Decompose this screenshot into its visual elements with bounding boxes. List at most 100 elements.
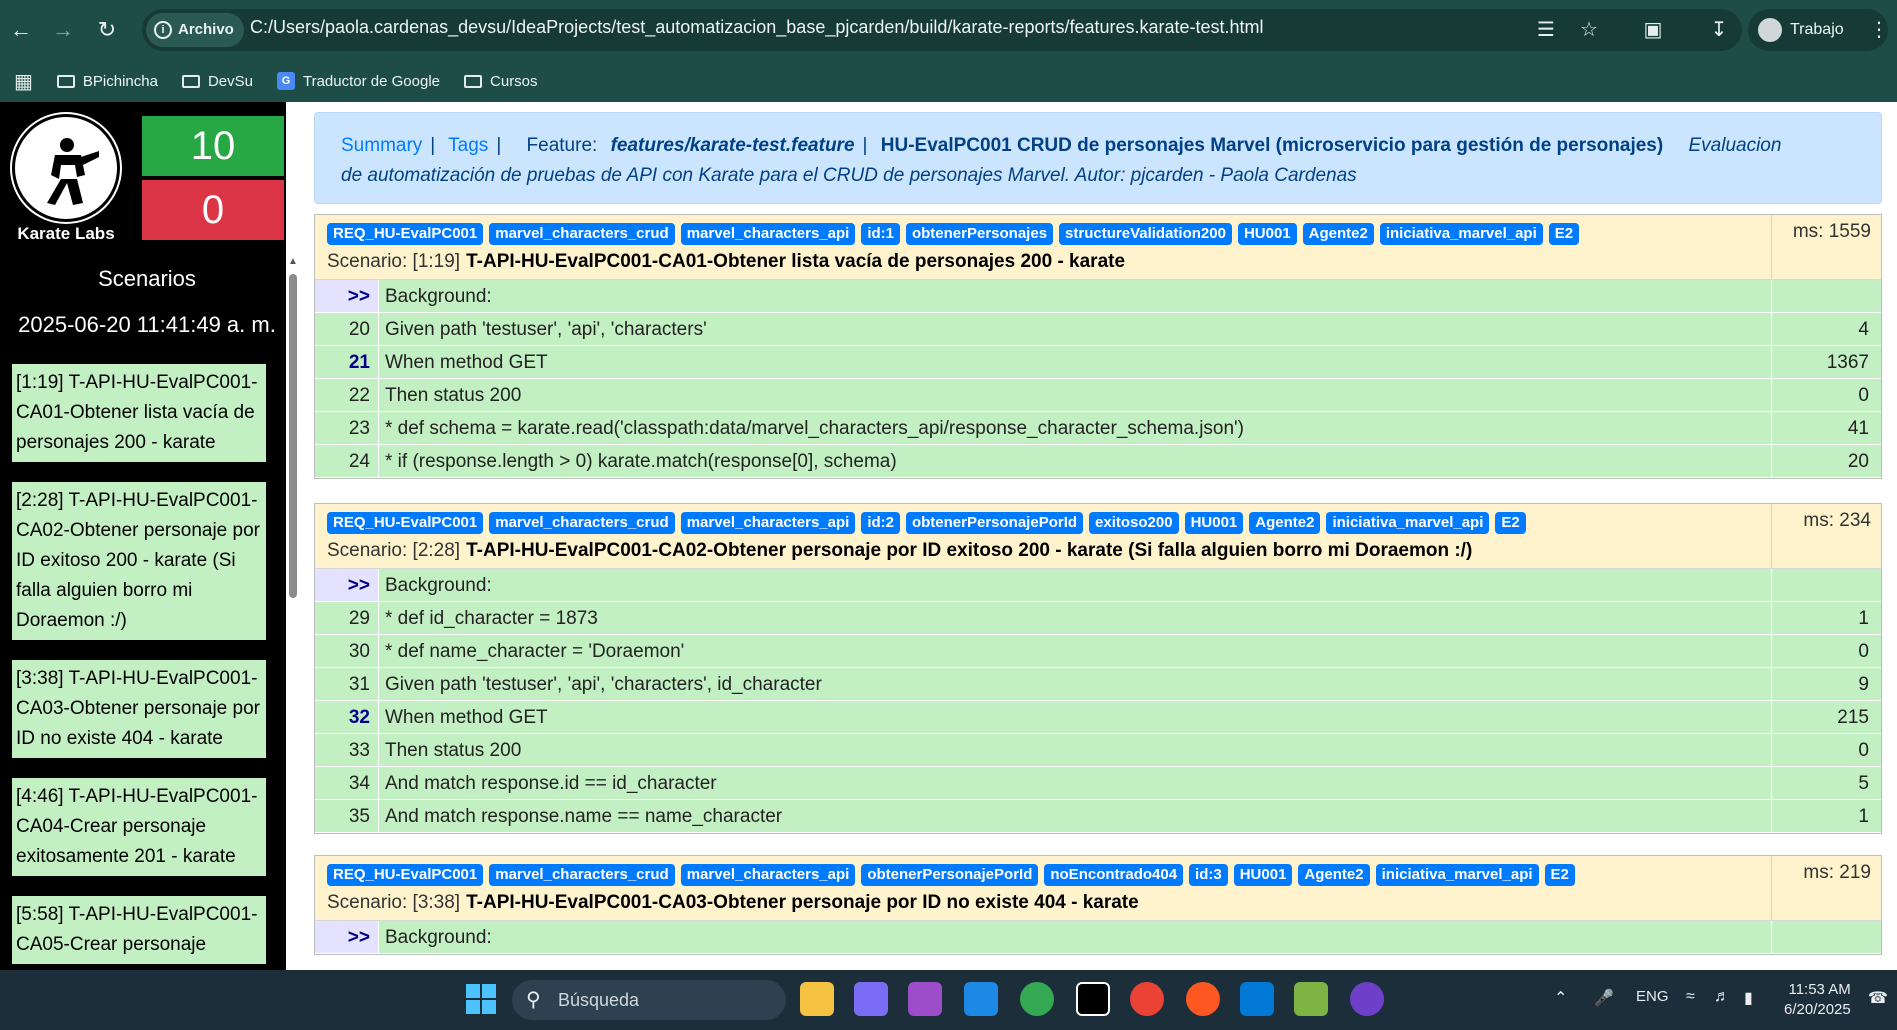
tag-badge[interactable]: id:2: [861, 512, 900, 534]
tag-badge[interactable]: E2: [1544, 864, 1575, 886]
folder-icon: [464, 74, 483, 88]
tag-badge[interactable]: marvel_characters_crud: [489, 223, 675, 245]
tag-badge[interactable]: HU001: [1184, 512, 1244, 534]
tags-link[interactable]: Tags: [448, 135, 488, 156]
tag-badge[interactable]: iniciativa_marvel_api: [1326, 512, 1490, 534]
tag-badge[interactable]: obtenerPersonajePorId: [861, 864, 1039, 886]
star-icon[interactable]: ☆: [1576, 17, 1602, 43]
url-text[interactable]: C:/Users/paola.cardenas_devsu/IdeaProjec…: [250, 17, 1264, 38]
github-icon[interactable]: [1350, 982, 1384, 1016]
apps-grid-icon[interactable]: ▦: [14, 69, 33, 94]
file-explorer-icon[interactable]: [800, 982, 834, 1016]
bookmark-devsu[interactable]: DevSu: [181, 73, 253, 90]
tag-badge[interactable]: marvel_characters_api: [680, 223, 856, 245]
scenario-title: Scenario: [3:38] T-API-HU-EvalPC001-CA03-…: [327, 892, 1869, 914]
notification-icon[interactable]: ☎: [1868, 988, 1888, 1008]
karate-logo: [12, 114, 120, 222]
intellij-icon[interactable]: [1076, 982, 1110, 1016]
step-row[interactable]: >> Background:: [315, 921, 1881, 954]
tag-badge[interactable]: Agente2: [1302, 223, 1374, 245]
scenario-link[interactable]: [2:28] T-API-HU-EvalPC001-CA02-Obtener p…: [12, 482, 266, 640]
tag-badge[interactable]: iniciativa_marvel_api: [1375, 864, 1539, 886]
app-icon[interactable]: [964, 982, 998, 1016]
tag-badge[interactable]: HU001: [1237, 223, 1297, 245]
tag-badge[interactable]: id:3: [1189, 864, 1228, 886]
site-info-chip[interactable]: i Archivo: [146, 13, 244, 47]
expand-toggle[interactable]: >>: [315, 569, 379, 601]
tag-badge[interactable]: HU001: [1233, 864, 1293, 886]
step-row: 21 When method GET 1367: [315, 346, 1881, 379]
chevron-up-icon[interactable]: ⌃: [1554, 988, 1567, 1008]
step-text: Background:: [385, 927, 492, 948]
avatar: [1758, 18, 1782, 42]
sidebar-scrollbar[interactable]: ▲: [286, 254, 300, 870]
tag-badge[interactable]: REQ_HU-EvalPC001: [327, 223, 484, 245]
bookmark-translate[interactable]: G Traductor de Google: [276, 72, 440, 90]
step-table: >> Background: 29 * def id_character = 1873…: [315, 568, 1881, 833]
vscode-icon[interactable]: [1240, 982, 1274, 1016]
taskbar-clock[interactable]: 11:53 AM 6/20/2025: [1784, 980, 1851, 1020]
tag-badge[interactable]: Agente2: [1249, 512, 1321, 534]
tag-badge[interactable]: E2: [1495, 512, 1526, 534]
tag-badge[interactable]: exitoso200: [1089, 512, 1179, 534]
step-row: 22 Then status 200 0: [315, 379, 1881, 412]
tag-badge[interactable]: iniciativa_marvel_api: [1379, 223, 1543, 245]
step-text: Given path 'testuser', 'api', 'character…: [385, 319, 707, 340]
tag-list: REQ_HU-EvalPC001 marvel_characters_crud ma…: [327, 512, 1869, 534]
menu-dots-icon[interactable]: ⋮: [1866, 17, 1892, 43]
step-row: 33 Then status 200 0: [315, 734, 1881, 767]
scroll-up-icon[interactable]: ▲: [286, 254, 300, 270]
tag-badge[interactable]: marvel_characters_api: [680, 864, 856, 886]
scenario-link[interactable]: [1:19] T-API-HU-EvalPC001-CA01-Obtener l…: [12, 364, 266, 462]
app-icon[interactable]: [908, 982, 942, 1016]
translate-icon[interactable]: ☰: [1533, 17, 1559, 43]
summary-link[interactable]: Summary: [341, 135, 422, 156]
bookmark-bpichincha[interactable]: BPichincha: [56, 73, 158, 90]
tag-badge[interactable]: marvel_characters_crud: [489, 512, 675, 534]
step-duration: 0: [1771, 379, 1881, 411]
scroll-thumb[interactable]: [289, 274, 297, 598]
microphone-icon[interactable]: 🎤: [1594, 988, 1614, 1008]
language-label[interactable]: ENG: [1636, 988, 1669, 1005]
expand-toggle[interactable]: >>: [315, 921, 379, 953]
scenario-list: [1:19] T-API-HU-EvalPC001-CA01-Obtener l…: [12, 364, 266, 970]
tag-badge[interactable]: obtenerPersonajePorId: [905, 512, 1084, 534]
tag-badge[interactable]: REQ_HU-EvalPC001: [327, 512, 484, 534]
step-row: 23 * def schema = karate.read('classpath:…: [315, 412, 1881, 445]
tag-badge[interactable]: id:1: [861, 223, 900, 245]
copilot-icon[interactable]: [854, 982, 888, 1016]
chrome-profile-icon[interactable]: [1130, 982, 1164, 1016]
tag-badge[interactable]: REQ_HU-EvalPC001: [327, 864, 484, 886]
battery-icon[interactable]: ▮: [1744, 988, 1753, 1008]
forward-arrow-icon[interactable]: →: [50, 17, 76, 43]
tag-badge[interactable]: E2: [1548, 223, 1580, 245]
expand-toggle[interactable]: >>: [315, 280, 379, 312]
taskbar-search[interactable]: ⚲ Búsqueda: [512, 980, 786, 1020]
step-row[interactable]: >> Background:: [315, 280, 1881, 313]
postman-icon[interactable]: [1186, 982, 1220, 1016]
tag-badge[interactable]: Agente2: [1298, 864, 1370, 886]
tag-badge[interactable]: obtenerPersonajes: [905, 223, 1054, 245]
chrome-icon[interactable]: [1020, 982, 1054, 1016]
extensions-icon[interactable]: ▣: [1640, 17, 1666, 43]
scenario-link[interactable]: [3:38] T-API-HU-EvalPC001-CA03-Obtener p…: [12, 660, 266, 758]
wifi-icon[interactable]: ≈: [1686, 988, 1695, 1006]
tag-badge[interactable]: marvel_characters_api: [680, 512, 856, 534]
app-icon[interactable]: [1294, 982, 1328, 1016]
scenario-link[interactable]: [4:46] T-API-HU-EvalPC001-CA04-Crear per…: [12, 778, 266, 876]
reload-icon[interactable]: ↻: [94, 17, 120, 43]
tag-badge[interactable]: structureValidation200: [1059, 223, 1232, 245]
tag-badge[interactable]: marvel_characters_crud: [489, 864, 675, 886]
back-arrow-icon[interactable]: ←: [8, 17, 34, 43]
volume-icon[interactable]: ♬: [1714, 988, 1730, 1006]
report-date: 2025-06-20 11:41:49 a. m.: [18, 312, 276, 337]
step-table: >> Background:: [315, 920, 1881, 954]
browser-toolbar: ← → ↻ i Archivo C:/Users/paola.cardenas_…: [0, 0, 1897, 60]
download-icon[interactable]: ↧: [1706, 17, 1732, 43]
windows-start-icon[interactable]: [466, 984, 496, 1014]
tag-badge[interactable]: noEncontrado404: [1044, 864, 1184, 886]
step-row: 24 * if (response.length > 0) karate.matc…: [315, 445, 1881, 478]
scenario-link[interactable]: [5:58] T-API-HU-EvalPC001-CA05-Crear per…: [12, 896, 266, 964]
step-row[interactable]: >> Background:: [315, 569, 1881, 602]
bookmark-cursos[interactable]: Cursos: [464, 73, 538, 90]
